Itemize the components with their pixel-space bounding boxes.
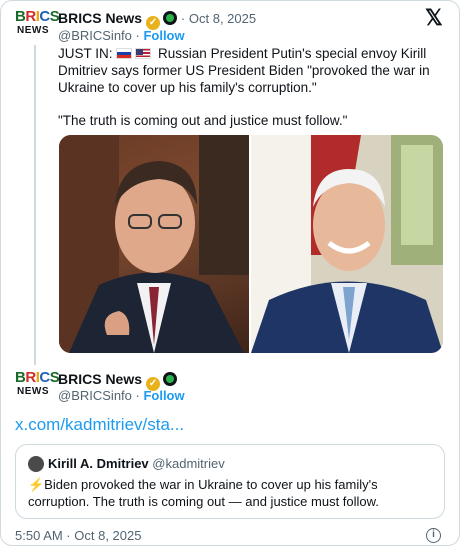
affiliate-badge-icon bbox=[163, 372, 178, 386]
reply-author-name-text: BRICS News bbox=[58, 371, 143, 387]
embedded-post-card: BRICS NEWS BRICS News ✓ · Oct 8, 2025 @BR… bbox=[0, 0, 460, 546]
quoted-author-handle: @kadmitriev bbox=[152, 456, 225, 471]
logo-subword: NEWS bbox=[17, 25, 49, 36]
russia-flag-icon bbox=[116, 48, 133, 59]
post-text: JUST IN: Russian President Putin's speci… bbox=[58, 45, 448, 96]
affiliate-badge-icon bbox=[163, 11, 178, 25]
logo-wordmark-2: BRICS bbox=[15, 369, 60, 386]
quoted-avatar[interactable] bbox=[28, 456, 44, 472]
post-text-quote: "The truth is coming out and justice mus… bbox=[58, 113, 348, 128]
logo-wordmark: BRICS bbox=[15, 8, 60, 25]
reply-author-handle[interactable]: @BRICSinfo bbox=[58, 388, 132, 403]
post-timestamp[interactable]: 5:50 AM · Oct 8, 2025 bbox=[15, 528, 141, 543]
post-text-prefix: JUST IN: bbox=[58, 46, 113, 61]
usa-flag-icon bbox=[135, 48, 152, 59]
author-name-text: BRICS News bbox=[58, 10, 143, 26]
x-logo-icon[interactable]: 𝕏 bbox=[425, 7, 445, 29]
brics-logo-avatar-2[interactable]: BRICS NEWS bbox=[15, 370, 60, 404]
quoted-author: Kirill A. Dmitriev @kadmitriev bbox=[48, 456, 225, 471]
post-time[interactable]: Oct 8, 2025 bbox=[189, 11, 256, 26]
thread-connector bbox=[34, 45, 36, 365]
author-name[interactable]: BRICS News ✓ · Oct 8, 2025 bbox=[58, 10, 256, 30]
photo-dmitriev[interactable] bbox=[59, 135, 249, 353]
logo-subword-2: NEWS bbox=[17, 386, 49, 397]
author-handle-row: @BRICSinfo · Follow bbox=[58, 28, 185, 43]
reply-follow-button[interactable]: Follow bbox=[143, 388, 184, 403]
post-text-main: Russian President Putin's special envoy … bbox=[58, 46, 430, 95]
reply-handle-row: @BRICSinfo · Follow bbox=[58, 388, 185, 403]
quoted-author-name: Kirill A. Dmitriev bbox=[48, 456, 149, 471]
follow-button[interactable]: Follow bbox=[143, 28, 184, 43]
brics-logo-avatar[interactable]: BRICS NEWS bbox=[15, 9, 60, 43]
quoted-text: ⚡Biden provoked the war in Ukraine to co… bbox=[28, 477, 379, 509]
author-handle[interactable]: @BRICSinfo bbox=[58, 28, 132, 43]
photo-biden[interactable] bbox=[251, 135, 443, 353]
info-icon[interactable]: i bbox=[426, 528, 441, 543]
quoted-post[interactable]: Kirill A. Dmitriev @kadmitriev ⚡Biden pr… bbox=[15, 444, 445, 519]
shared-link[interactable]: x.com/kadmitriev/sta... bbox=[15, 415, 184, 435]
